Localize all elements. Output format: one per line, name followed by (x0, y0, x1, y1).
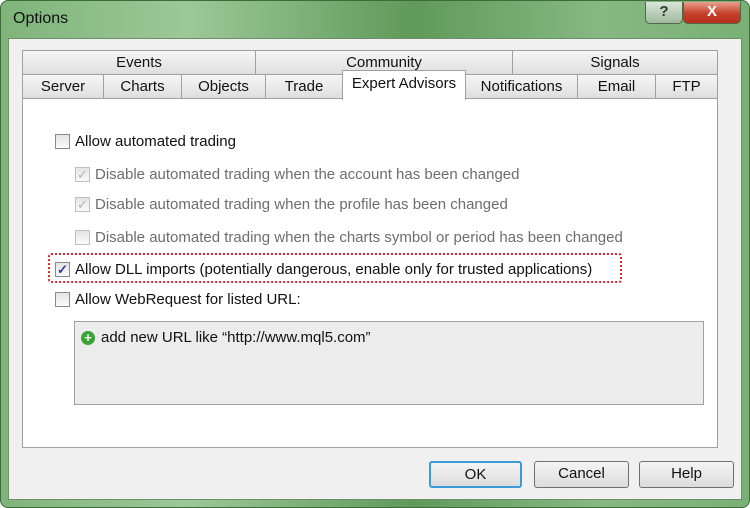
window-title: Options (13, 10, 69, 27)
option-label: Allow automated trading (75, 132, 236, 150)
tab-signals[interactable]: Signals (512, 50, 718, 74)
tab-notifications[interactable]: Notifications (465, 74, 578, 98)
ok-button[interactable]: OK (429, 461, 522, 488)
tab-expert-advisors[interactable]: Expert Advisors (342, 70, 466, 100)
option-label: Allow DLL imports (potentially dangerous… (75, 260, 593, 278)
allow-dll-imports-option[interactable]: ✓ Allow DLL imports (potentially dangerou… (55, 260, 592, 278)
url-list[interactable]: + add new URL like “http://www.mql5.com” (74, 321, 704, 405)
tab-trade[interactable]: Trade (265, 74, 343, 98)
help-button[interactable]: Help (639, 461, 734, 488)
close-button[interactable]: X (683, 2, 741, 24)
add-url-label: add new URL like “http://www.mql5.com” (101, 329, 371, 346)
add-url-item[interactable]: + add new URL like “http://www.mql5.com” (81, 329, 371, 346)
tab-charts[interactable]: Charts (103, 74, 182, 98)
close-icon: X (706, 3, 717, 20)
tab-email[interactable]: Email (577, 74, 656, 98)
tab-server[interactable]: Server (22, 74, 104, 98)
tab-objects[interactable]: Objects (181, 74, 266, 98)
checkbox[interactable]: ✓ (75, 196, 90, 212)
disable-on-profile-change-option[interactable]: ✓ Disable automated trading when the prof… (75, 195, 508, 213)
tab-ftp[interactable]: FTP (655, 74, 718, 98)
checkbox[interactable] (75, 229, 90, 245)
checkbox[interactable]: ✓ (55, 261, 70, 277)
disable-on-symbol-change-option[interactable]: Disable automated trading when the chart… (75, 228, 623, 246)
allow-automated-trading-option[interactable]: Allow automated trading (55, 132, 236, 150)
tab-events[interactable]: Events (22, 50, 256, 74)
option-label: Allow WebRequest for listed URL: (75, 290, 301, 308)
option-label: Disable automated trading when the chart… (95, 228, 623, 246)
option-label: Disable automated trading when the accou… (95, 165, 520, 183)
checkbox[interactable]: ✓ (75, 166, 90, 182)
question-icon: ? (659, 3, 669, 20)
cancel-button[interactable]: Cancel (534, 461, 629, 488)
allow-webrequest-option[interactable]: Allow WebRequest for listed URL: (55, 290, 301, 308)
option-label: Disable automated trading when the profi… (95, 195, 508, 213)
checkbox[interactable] (55, 133, 70, 149)
checkbox[interactable] (55, 291, 70, 307)
help-title-button[interactable]: ? (645, 2, 683, 24)
disable-on-account-change-option[interactable]: ✓ Disable automated trading when the acco… (75, 165, 519, 183)
plus-circle-icon: + (81, 330, 95, 345)
